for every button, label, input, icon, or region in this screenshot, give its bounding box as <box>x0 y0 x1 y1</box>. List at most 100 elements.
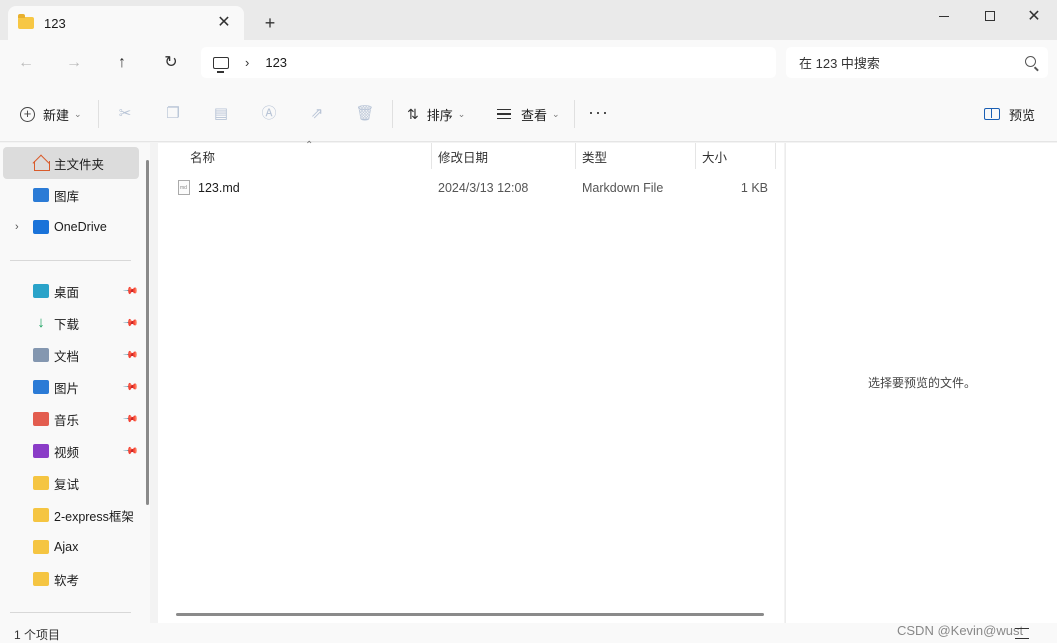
search-input[interactable]: 在 123 中搜索 <box>786 47 1048 78</box>
pin-icon: 📌 <box>121 282 139 300</box>
sidebar-item-desktop[interactable]: 桌面 📌 <box>3 275 139 307</box>
sidebar-item-music[interactable]: 音乐 📌 <box>3 403 139 435</box>
chevron-down-icon: ⌄ <box>74 108 82 119</box>
sidebar-item-downloads[interactable]: ↓ 下载 📌 <box>3 307 139 339</box>
file-size: 1 KB <box>740 181 768 195</box>
more-options-button[interactable]: ··· <box>588 102 609 123</box>
breadcrumb-123[interactable]: 123 <box>265 55 287 70</box>
sidebar-item-label: 主文件夹 <box>54 157 105 172</box>
sidebar-item-label: 2-express框架 <box>54 509 134 524</box>
sidebar-item-fushi[interactable]: 复试 <box>3 467 139 499</box>
home-icon <box>33 156 50 171</box>
column-divider[interactable] <box>775 143 776 169</box>
minimize-icon <box>939 15 949 17</box>
sidebar-item-home[interactable]: 主文件夹 <box>3 147 139 179</box>
search-icon <box>1025 56 1036 67</box>
preview-button[interactable]: 预览 <box>983 102 1035 126</box>
tab-123[interactable]: 123 ✕ <box>8 6 244 40</box>
column-header-size[interactable]: 大小 <box>702 143 772 169</box>
sidebar-item-label: 下载 <box>54 317 80 332</box>
sidebar-item-label: 复试 <box>54 477 80 492</box>
view-button[interactable]: 查看 ⌄ <box>497 102 560 126</box>
sidebar-item-ruankao[interactable]: 软考 <box>3 563 139 595</box>
tab-title: 123 <box>44 15 66 31</box>
cut-icon[interactable]: ✂ <box>115 104 135 124</box>
column-name-label: 名称 <box>190 150 216 165</box>
sidebar-divider <box>10 260 131 261</box>
sidebar-item-label: 软考 <box>54 573 80 588</box>
sort-icon: ⇅ <box>407 105 419 122</box>
status-bar: 1 个项目 CSDN @Kevin@wust <box>0 623 1057 643</box>
sidebar-item-ajax[interactable]: Ajax <box>3 531 139 563</box>
sidebar-item-label: 桌面 <box>54 285 80 300</box>
file-row[interactable]: 123.md 2024/3/13 12:08 Markdown File 1 K… <box>178 177 778 199</box>
folder-icon <box>18 14 34 29</box>
watermark: CSDN @Kevin@wust <box>897 623 1024 638</box>
sidebar-item-pictures[interactable]: 图片 📌 <box>3 371 139 403</box>
command-bar: + 新建 ⌄ ✂ ❐ ▤ Ⓐ ⇗ 🗑 ⇅ 排序 ⌄ 查看 ⌄ ··· 预览 <box>0 86 1057 142</box>
plus-icon: + <box>20 106 35 122</box>
pin-icon: 📌 <box>121 442 139 460</box>
pin-icon: 📌 <box>121 346 139 364</box>
sidebar-item-express[interactable]: 2-express框架 <box>3 499 139 531</box>
column-divider[interactable] <box>431 143 432 169</box>
maximize-button[interactable] <box>967 0 1013 32</box>
sidebar-divider <box>10 612 131 613</box>
column-divider[interactable] <box>575 143 576 169</box>
file-modified: 2024/3/13 12:08 <box>438 181 529 195</box>
sidebar-item-videos[interactable]: 视频 📌 <box>3 435 139 467</box>
sort-label: 排序 <box>426 107 453 123</box>
sidebar-item-label: Ajax <box>54 540 79 554</box>
sidebar-item-label: 音乐 <box>54 413 80 428</box>
column-header-type[interactable]: 类型 <box>582 143 694 169</box>
column-size-label: 大小 <box>702 150 728 165</box>
sidebar-item-gallery[interactable]: 图库 <box>3 179 139 211</box>
desktop-icon <box>33 284 49 298</box>
item-count: 1 个项目 <box>14 628 61 642</box>
share-icon[interactable]: ⇗ <box>307 104 327 124</box>
sidebar-item-label: 文档 <box>54 349 80 364</box>
sidebar-item-onedrive[interactable]: › OneDrive <box>3 211 139 243</box>
paste-icon[interactable]: ▤ <box>211 104 231 124</box>
address-bar[interactable]: › 123 <box>201 47 776 78</box>
new-tab-button[interactable]: + <box>259 12 281 34</box>
preview-pane: 选择要预览的文件。 <box>785 143 1057 623</box>
this-pc-icon[interactable] <box>213 56 229 73</box>
close-tab-button[interactable]: ✕ <box>214 13 234 33</box>
column-divider[interactable] <box>695 143 696 169</box>
maximize-icon <box>985 11 995 21</box>
rename-icon[interactable]: Ⓐ <box>259 104 279 124</box>
forward-button[interactable]: → <box>60 50 88 76</box>
close-window-button[interactable]: ✕ <box>1011 0 1057 32</box>
navigation-pane: 主文件夹 图库 › OneDrive 桌面 📌 ↓ 下载 📌 文档 📌 图片 📌… <box>0 143 150 623</box>
sidebar-item-label: 图片 <box>54 381 80 396</box>
chevron-down-icon: ⌄ <box>552 108 560 119</box>
new-button[interactable]: + 新建 ⌄ <box>20 102 82 126</box>
sidebar-item-documents[interactable]: 文档 📌 <box>3 339 139 371</box>
horizontal-scrollbar[interactable] <box>176 613 764 616</box>
sidebar-scrollbar[interactable] <box>146 160 149 505</box>
chevron-down-icon: ⌄ <box>457 108 466 119</box>
copy-icon[interactable]: ❐ <box>163 104 183 124</box>
close-icon: ✕ <box>1027 8 1041 25</box>
pin-icon: 📌 <box>121 378 139 396</box>
preview-label: 预览 <box>1008 107 1035 123</box>
refresh-button[interactable]: ↻ <box>157 50 185 76</box>
navigation-bar: ← → ↑ ↻ › 123 在 123 中搜索 <box>0 40 1057 86</box>
markdown-file-icon <box>178 180 190 195</box>
search-placeholder: 在 123 中搜索 <box>799 56 880 71</box>
chevron-right-icon[interactable]: › <box>15 221 19 233</box>
column-type-label: 类型 <box>582 150 608 165</box>
gallery-icon <box>33 188 49 202</box>
sort-button[interactable]: ⇅ 排序 ⌄ <box>407 102 465 126</box>
column-header-modified[interactable]: 修改日期 <box>438 143 574 169</box>
toolbar-divider <box>98 100 99 128</box>
minimize-button[interactable] <box>921 0 967 32</box>
back-button[interactable]: ← <box>12 50 40 76</box>
details-view-icon[interactable] <box>1015 628 1029 639</box>
column-header-name[interactable]: 名称 <box>190 143 430 169</box>
delete-icon[interactable]: 🗑 <box>355 104 375 124</box>
breadcrumb-separator[interactable]: › <box>245 55 249 70</box>
up-button[interactable]: ↑ <box>108 50 136 76</box>
sidebar-item-label: 图库 <box>54 189 80 204</box>
